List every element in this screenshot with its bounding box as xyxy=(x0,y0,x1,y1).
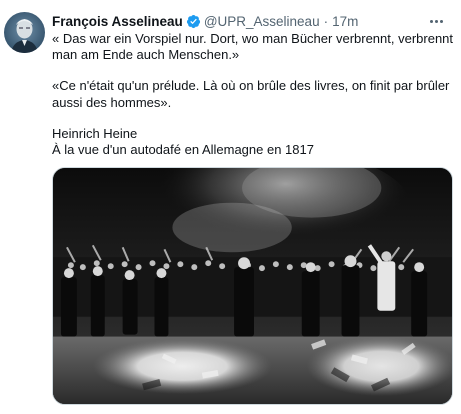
more-options-icon[interactable] xyxy=(425,12,447,30)
tweet-header: François Asselineau @UPR_Asselineau · 17… xyxy=(52,12,451,30)
quote-french: «Ce n'était qu'un prélude. Là où on brûl… xyxy=(52,78,450,110)
quote-german: « Das war ein Vorspiel nur. Dort, wo man… xyxy=(52,31,454,63)
book-burning-photo xyxy=(53,168,452,404)
avatar-image xyxy=(4,12,45,53)
tweet-text: « Das war ein Vorspiel nur. Dort, wo man… xyxy=(52,31,457,158)
quote-context: À la vue d'un autodafé en Allemagne en 1… xyxy=(52,142,314,158)
avatar[interactable] xyxy=(4,12,45,53)
timestamp[interactable]: 17m xyxy=(332,14,358,29)
tweet-photo[interactable] xyxy=(52,167,453,405)
author-handle[interactable]: @UPR_Asselineau xyxy=(204,14,320,29)
quote-author: Heinrich Heine xyxy=(52,125,138,141)
tweet[interactable]: François Asselineau @UPR_Asselineau · 17… xyxy=(0,0,461,414)
separator-dot: · xyxy=(323,13,329,29)
verified-badge-icon xyxy=(186,14,201,29)
author-name[interactable]: François Asselineau xyxy=(52,14,183,29)
